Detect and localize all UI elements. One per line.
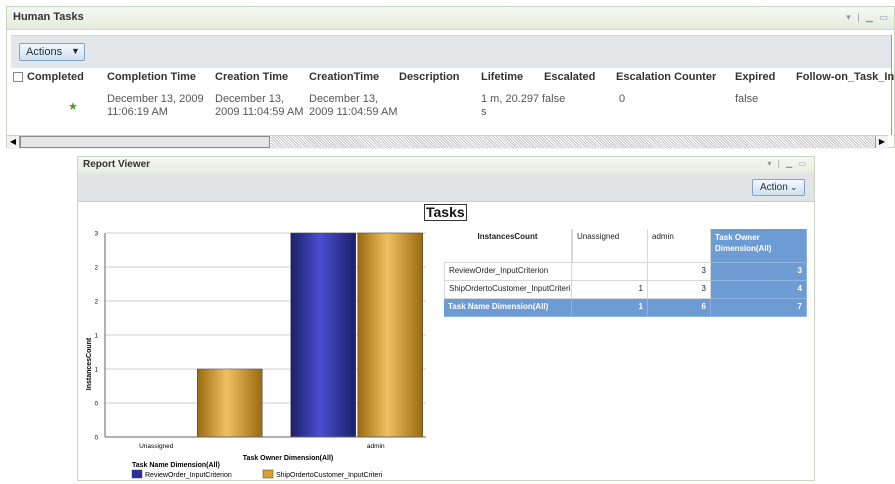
human-tasks-titlebar: Human Tasks ▾ | ▁ ▭ <box>7 7 894 30</box>
cell-expired: false <box>735 93 759 105</box>
cell-line: December 13, <box>215 93 285 105</box>
cell-line: s <box>481 106 487 118</box>
column-completion-time[interactable]: Completion Time <box>107 71 196 83</box>
column-completed[interactable]: Completed <box>27 71 84 83</box>
chart-legend: ReviewOrder_InputCriterion ShipOrdertoCus… <box>131 469 383 479</box>
bar <box>290 232 356 438</box>
crosstab-total-cell: 1 <box>572 299 648 317</box>
column-creationtime[interactable]: CreationTime <box>309 71 379 83</box>
crosstab-cell: 3 <box>648 281 711 299</box>
column-description[interactable]: Description <box>399 71 460 83</box>
cell-line: December 13, 2009 <box>107 93 204 105</box>
cell-lifetime: 1 m, 20.297 s <box>481 93 539 119</box>
select-all-checkbox[interactable] <box>13 72 23 82</box>
column-escalation-counter[interactable]: Escalation Counter <box>616 71 716 83</box>
scroll-left-icon[interactable]: ◀ <box>7 136 20 148</box>
human-tasks-portlet: Human Tasks ▾ | ▁ ▭ Actions ▼ Completed … <box>6 6 895 149</box>
y-tick-label: 2 <box>95 266 99 272</box>
legend-title: Task Name Dimension(All) <box>132 462 220 469</box>
crosstab-total-row-header[interactable]: Task Name Dimension(All) <box>444 299 572 317</box>
window-controls-icon[interactable]: ▾ | ▁ ▭ <box>768 159 808 168</box>
chart-xlabel: Task Owner Dimension(All) <box>243 455 334 462</box>
crosstab-total-col-header[interactable]: Task Owner Dimension(All) <box>711 229 807 263</box>
legend-swatch <box>262 469 274 479</box>
crosstab-row-header[interactable]: ShipOrdertoCustomer_InputCriteri <box>444 281 572 299</box>
crosstab-col-header[interactable]: Unassigned <box>572 229 648 263</box>
crosstab-cell: 3 <box>648 263 711 281</box>
cell-creationtime: December 13, 2009 11:04:59 AM <box>309 93 397 119</box>
cell-line: 2009 11:04:59 AM <box>309 106 398 118</box>
chevron-down-icon: ⌄ <box>790 182 798 192</box>
action-menu-button[interactable]: Action ⌄ <box>752 179 805 196</box>
cell-escalated: false <box>542 93 566 105</box>
report-toolbar: Action ⌄ <box>78 174 814 202</box>
bar <box>197 368 263 438</box>
window-controls-icon[interactable]: ▾ | ▁ ▭ <box>846 12 890 23</box>
task-table-header: Completed Completion Time Creation Time … <box>7 69 894 87</box>
y-tick-label: 1 <box>95 368 99 374</box>
y-tick-label: 2 <box>95 300 99 306</box>
cell-line: 2009 11:04:59 AM <box>215 106 304 118</box>
crosstab-total-cell: 6 <box>648 299 711 317</box>
cell-creation-time: December 13, 2009 11:04:59 AM <box>215 93 303 119</box>
actions-menu-button[interactable]: Actions ▼ <box>19 43 85 61</box>
chart-ylabel: InstancesCount <box>86 337 93 390</box>
legend-swatch <box>131 469 143 479</box>
actions-label: Actions <box>26 46 63 58</box>
legend-entry: ShipOrdertoCustomer_InputCriteri <box>276 472 383 479</box>
scrollbar-thumb[interactable] <box>20 136 270 148</box>
report-viewer-portlet: Report Viewer ▾ | ▁ ▭ Action ⌄ Tasks 001… <box>77 156 815 481</box>
column-expired[interactable]: Expired <box>735 71 775 83</box>
vertical-scrollbar[interactable] <box>891 35 895 135</box>
y-tick-label: 3 <box>95 232 99 238</box>
crosstab-grand-total-cell: 7 <box>711 299 807 317</box>
cell-escalation-counter: 0 <box>619 93 626 105</box>
cell-completion-time: December 13, 2009 11:06:19 AM <box>107 93 204 119</box>
header-line: Task Owner <box>715 233 760 242</box>
chevron-down-icon: ▼ <box>71 46 80 56</box>
report-viewer-titlebar: Report Viewer ▾ | ▁ ▭ <box>78 157 814 175</box>
star-icon: ★ <box>68 101 78 113</box>
cell-line: December 13, <box>309 93 379 105</box>
human-tasks-title: Human Tasks <box>13 11 84 23</box>
crosstab-row-header[interactable]: ReviewOrder_InputCriterion <box>444 263 572 281</box>
crosstab-corner: InstancesCount <box>444 229 572 263</box>
x-tick-label: Unassigned <box>139 443 174 450</box>
y-tick-label: 0 <box>95 402 99 408</box>
human-tasks-toolbar: Actions ▼ <box>11 35 892 68</box>
crosstab-col-header[interactable]: admin <box>648 229 711 263</box>
crosstab-total-cell: 4 <box>711 281 807 299</box>
legend-entry: ReviewOrder_InputCriterion <box>145 472 232 479</box>
bar <box>357 232 423 438</box>
y-tick-label: 0 <box>95 436 99 442</box>
x-tick-label: admin <box>367 443 385 450</box>
bar-chart: 0 0 1 1 2 2 3 Unassigned admin Task Owner Dimens… <box>78 219 433 481</box>
crosstab-cell: 1 <box>572 281 648 299</box>
column-follow-on-task[interactable]: Follow-on_Task_In <box>796 71 894 83</box>
scroll-right-icon[interactable]: ▶ <box>875 136 888 148</box>
crosstab-total-cell: 3 <box>711 263 807 281</box>
cell-line: 11:06:19 AM <box>107 106 168 118</box>
horizontal-scrollbar[interactable]: ◀ ▶ <box>7 135 888 149</box>
cell-line: 1 m, 20.297 <box>481 93 540 105</box>
column-creation-time[interactable]: Creation Time <box>215 71 288 83</box>
y-tick-label: 1 <box>95 334 99 340</box>
column-escalated[interactable]: Escalated <box>544 71 595 83</box>
column-lifetime[interactable]: Lifetime <box>481 71 523 83</box>
scrollbar-track[interactable] <box>271 136 875 148</box>
header-line: Dimension(All) <box>715 244 772 253</box>
chart-svg: 0 0 1 1 2 2 3 Unassigned admin Task Owner Dimens… <box>86 232 426 479</box>
crosstab-cell <box>572 263 648 281</box>
action-label: Action <box>760 182 788 193</box>
report-viewer-title: Report Viewer <box>83 159 151 170</box>
